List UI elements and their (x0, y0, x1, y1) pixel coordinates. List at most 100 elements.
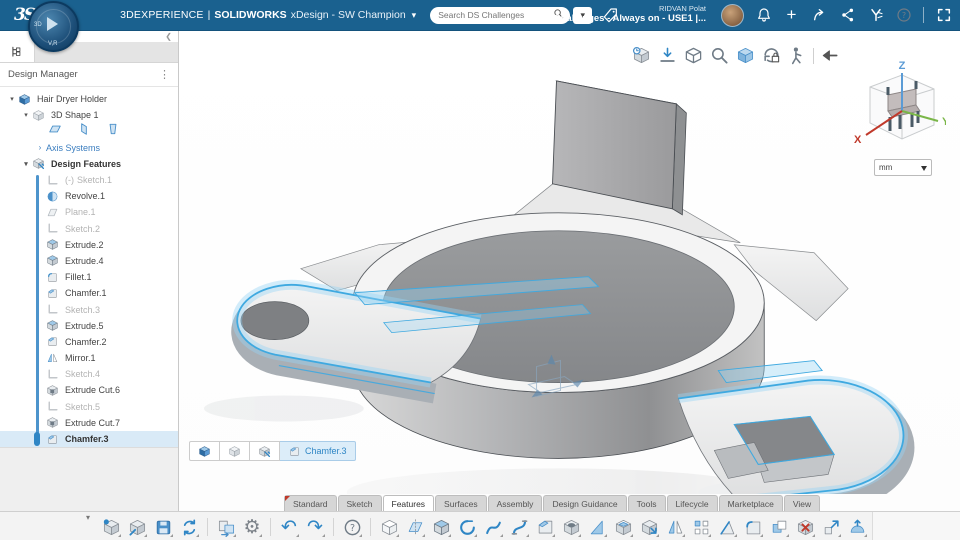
tree-item-label: Chamfer.2 (65, 336, 107, 347)
shaded-view-icon[interactable] (735, 45, 756, 66)
revolve-icon[interactable] (456, 516, 478, 538)
tree-item-extrude-5[interactable]: Extrude.5 (0, 318, 178, 334)
hole-icon[interactable] (560, 516, 582, 538)
tree-item-3d-shape-1[interactable]: ▾ 3D Shape 1 (0, 107, 178, 123)
settings-icon[interactable]: ⚙ (241, 516, 263, 538)
tab-view[interactable]: View (783, 495, 821, 511)
tree-item-design-features[interactable]: ▾ Design Features (0, 156, 178, 172)
help-icon[interactable]: ? (895, 7, 912, 24)
tree-item-sketch-1[interactable]: (-) Sketch.1 (0, 172, 178, 188)
split-icon[interactable] (404, 516, 426, 538)
view-cube[interactable]: Z Y X (850, 59, 946, 159)
tab-marketplace[interactable]: Marketplace (718, 495, 783, 511)
tab-lifecycle[interactable]: Lifecycle (666, 495, 718, 511)
avatar[interactable] (721, 3, 744, 27)
open-icon[interactable] (126, 516, 148, 538)
tab-assembly[interactable]: Assembly (487, 495, 543, 511)
save-icon[interactable] (152, 516, 174, 538)
3dswym-icon[interactable] (867, 7, 884, 24)
units-dropdown[interactable]: mm (874, 159, 932, 176)
svg-text:?: ? (349, 523, 354, 534)
tree-item-extrude-cut-6[interactable]: Extrude Cut.6 (0, 382, 178, 398)
ergonomics-icon[interactable] (787, 45, 808, 66)
3dexperience-compass[interactable]: 3D V,R (28, 1, 79, 52)
primitive-box-icon[interactable] (378, 516, 400, 538)
loft-icon[interactable] (508, 516, 530, 538)
tree-item-sketch-5[interactable]: Sketch.5 (0, 399, 178, 415)
redo-icon[interactable]: ↷ (304, 516, 326, 538)
tree-item-hair-dryer-holder[interactable]: ▾ Hair Dryer Holder (0, 91, 178, 107)
tab-features[interactable]: Features (382, 495, 435, 511)
draft-icon[interactable] (716, 516, 738, 538)
rotation-lock-icon[interactable] (761, 45, 782, 66)
combine-icon[interactable] (768, 516, 790, 538)
tree-item-axis-systems[interactable]: › Axis Systems (0, 140, 178, 156)
expander-closed-icon[interactable]: › (34, 143, 46, 152)
update-view-icon[interactable] (631, 45, 652, 66)
tree-item-extrude-2[interactable]: Extrude.2 (0, 237, 178, 253)
tab-tools[interactable]: Tools (627, 495, 666, 511)
rib-icon[interactable] (586, 516, 608, 538)
toolbar-collapse-icon[interactable]: ▾ (86, 513, 90, 522)
expander-open-icon[interactable]: ▾ (6, 95, 18, 103)
breadcrumb-product[interactable] (189, 441, 220, 461)
search-input[interactable] (436, 9, 554, 21)
expander-open-icon[interactable]: ▾ (20, 160, 32, 168)
tree-item-mirror-1[interactable]: Mirror.1 (0, 350, 178, 366)
move-face-icon[interactable] (638, 516, 660, 538)
tree-item-plane-1[interactable]: Plane.1 (0, 204, 178, 220)
notifications-bell-icon[interactable] (755, 7, 772, 24)
normal-to-icon[interactable] (657, 45, 678, 66)
shell-icon[interactable] (612, 516, 634, 538)
help-icon[interactable]: ? (341, 516, 363, 538)
tree-item-sketch-4[interactable]: Sketch.4 (0, 366, 178, 382)
breadcrumb-shape3d[interactable] (220, 441, 250, 461)
delete-face-icon[interactable] (794, 516, 816, 538)
kebab-menu-icon[interactable]: ⋮ (159, 68, 170, 81)
tab-standard[interactable]: Standard (284, 495, 337, 511)
tab-surfaces[interactable]: Surfaces (435, 495, 487, 511)
mirror-icon[interactable] (664, 516, 686, 538)
tab-design-guidance[interactable]: Design Guidance (543, 495, 627, 511)
plane-yz-icon[interactable] (77, 122, 91, 141)
expander-open-icon[interactable]: ▾ (20, 111, 32, 119)
hair-dryer-holder-model[interactable] (179, 31, 960, 495)
tree-item-sketch-3[interactable]: Sketch.3 (0, 301, 178, 317)
tree-item-chamfer-1[interactable]: Chamfer.1 (0, 285, 178, 301)
import-export-icon[interactable] (215, 516, 237, 538)
tree-item-extrude-4[interactable]: Extrude.4 (0, 253, 178, 269)
sweep-icon[interactable] (482, 516, 504, 538)
add-icon[interactable]: + (783, 6, 800, 24)
tree-item-sketch-2[interactable]: Sketch.2 (0, 221, 178, 237)
plane-xy-icon[interactable] (48, 122, 62, 141)
fillet-icon[interactable] (742, 516, 764, 538)
plane-zx-icon[interactable] (106, 122, 120, 141)
model-viewport[interactable]: Z Y X mm Chamfer.3 Standard Sketch Feature… (179, 31, 960, 511)
tree-item-chamfer-2[interactable]: Chamfer.2 (0, 334, 178, 350)
tree-item-fillet-1[interactable]: Fillet.1 (0, 269, 178, 285)
tab-sketch[interactable]: Sketch (337, 495, 382, 511)
pin-icon[interactable] (819, 45, 840, 66)
pattern-icon[interactable] (690, 516, 712, 538)
scale-icon[interactable] (820, 516, 842, 538)
dome-icon[interactable] (846, 516, 868, 538)
new-part-icon[interactable] (100, 516, 122, 538)
context-label[interactable]: xDesign - SW Champion (291, 9, 406, 21)
share-icon[interactable] (811, 7, 828, 24)
zoom-icon[interactable] (709, 45, 730, 66)
tree-item-extrude-cut-7[interactable]: Extrude Cut.7 (0, 415, 178, 431)
tab-design-tree[interactable] (0, 42, 35, 62)
collapse-panel-icon[interactable]: ❮ (165, 32, 172, 41)
undo-icon[interactable]: ↶ (278, 516, 300, 538)
chevron-down-icon[interactable]: ▾ (412, 10, 417, 21)
extrude-icon[interactable] (430, 516, 452, 538)
breadcrumb-chamfer-3[interactable]: Chamfer.3 (280, 441, 356, 461)
tree-item-revolve-1[interactable]: Revolve.1 (0, 188, 178, 204)
sync-icon[interactable] (178, 516, 200, 538)
tree-item-chamfer-3[interactable]: Chamfer.3 (0, 430, 178, 448)
chamfer-icon[interactable] (534, 516, 556, 538)
collaborate-icon[interactable] (839, 7, 856, 24)
display-style-icon[interactable] (683, 45, 704, 66)
fullscreen-icon[interactable] (935, 7, 952, 24)
breadcrumb-features[interactable] (250, 441, 280, 461)
